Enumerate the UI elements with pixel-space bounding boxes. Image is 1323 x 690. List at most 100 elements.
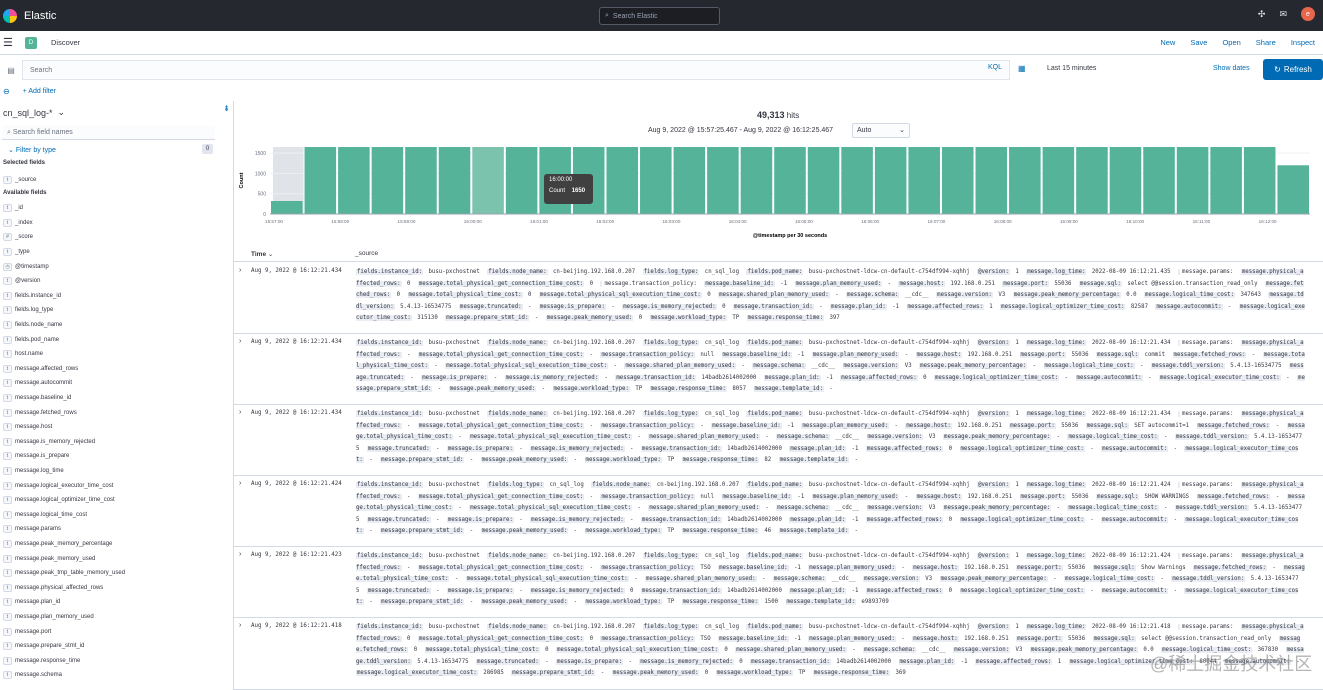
histogram-bar[interactable] bbox=[640, 147, 672, 214]
filter-by-type-button[interactable]: ⌄ Filter by type bbox=[8, 146, 56, 154]
share-button[interactable]: Share bbox=[1256, 38, 1276, 47]
field-item[interactable]: t _id bbox=[3, 201, 23, 216]
field-item[interactable]: t message.peak_memory_used bbox=[3, 551, 95, 566]
histogram-bar[interactable] bbox=[874, 147, 907, 214]
menu-toggle-icon[interactable]: ☰ bbox=[3, 36, 15, 49]
field-item[interactable]: t message.plan_memory_used bbox=[3, 610, 94, 625]
field-item[interactable]: t message.physical_affected_rows bbox=[3, 581, 103, 596]
histogram-bar[interactable] bbox=[673, 147, 706, 214]
histogram-bar[interactable] bbox=[941, 147, 974, 214]
refresh-button[interactable]: ↻ Refresh bbox=[1263, 59, 1323, 80]
histogram-bar[interactable] bbox=[1143, 147, 1175, 214]
field-item[interactable]: t message.plan_id bbox=[3, 595, 60, 610]
histogram-bar[interactable] bbox=[505, 147, 538, 214]
field-item[interactable]: t message.is_memory_rejected bbox=[3, 435, 95, 450]
avatar[interactable]: e bbox=[1301, 7, 1315, 21]
histogram-bar[interactable] bbox=[1076, 147, 1108, 214]
source-value: -1 bbox=[776, 280, 788, 287]
expand-row-icon[interactable]: › bbox=[239, 551, 241, 558]
histogram-bar[interactable] bbox=[1009, 147, 1041, 214]
field-item[interactable]: t message.baseline_id bbox=[3, 391, 71, 406]
expand-row-icon[interactable]: › bbox=[239, 409, 241, 416]
expand-row-icon[interactable]: › bbox=[239, 267, 241, 274]
field-item[interactable]: t message.is_prepare bbox=[3, 449, 69, 464]
field-item[interactable]: t message.affected_rows bbox=[3, 362, 78, 377]
field-item[interactable]: t message.autocommit bbox=[3, 376, 72, 391]
field-item[interactable]: t message.host bbox=[3, 420, 52, 435]
open-button[interactable]: Open bbox=[1222, 38, 1240, 47]
expand-row-icon[interactable]: › bbox=[239, 338, 241, 345]
date-range-label[interactable]: Last 15 minutes bbox=[1047, 65, 1096, 72]
expand-row-icon[interactable]: › bbox=[239, 480, 241, 487]
new-button[interactable]: New bbox=[1160, 38, 1175, 47]
expand-row-icon[interactable]: › bbox=[239, 622, 241, 629]
field-item[interactable]: t fields.pod_name bbox=[3, 332, 59, 347]
histogram-bar[interactable] bbox=[338, 147, 370, 214]
field-item[interactable]: t fields.node_name bbox=[3, 318, 62, 333]
histogram-bar[interactable] bbox=[740, 147, 773, 214]
histogram-bar[interactable] bbox=[438, 147, 471, 214]
field-search-input[interactable]: ⌕ Search field names bbox=[2, 125, 215, 140]
filter-options-icon[interactable]: ⊖ bbox=[3, 87, 10, 96]
histogram-bar[interactable] bbox=[304, 147, 337, 214]
inspect-button[interactable]: Inspect bbox=[1291, 38, 1315, 47]
add-filter-button[interactable]: + Add filter bbox=[23, 88, 56, 95]
help-icon[interactable]: ✣ bbox=[1258, 9, 1266, 21]
show-dates-button[interactable]: Show dates bbox=[1213, 65, 1250, 72]
field-item[interactable]: t message.prepare_stmt_id bbox=[3, 639, 84, 654]
kql-toggle-button[interactable]: KQL bbox=[988, 64, 1002, 71]
elastic-logo-icon[interactable] bbox=[3, 8, 17, 23]
histogram-bar[interactable] bbox=[271, 201, 303, 214]
field-item[interactable]: t message.log_time bbox=[3, 464, 64, 479]
histogram-bar[interactable] bbox=[405, 147, 437, 214]
interval-select[interactable]: Auto ⌄ bbox=[852, 123, 910, 138]
collapse-sidebar-icon[interactable]: ⇟ bbox=[223, 104, 230, 113]
field-item[interactable]: t _index bbox=[3, 216, 33, 231]
histogram-bar[interactable] bbox=[1243, 147, 1276, 214]
field-item[interactable]: t fields.log_type bbox=[3, 303, 53, 318]
field-item[interactable]: t _type bbox=[3, 245, 30, 260]
field-item[interactable]: t message.logical_executor_time_cost bbox=[3, 478, 113, 493]
field-item[interactable]: t message.schema bbox=[3, 668, 62, 683]
time-column-header[interactable]: Time ⌄ bbox=[251, 250, 273, 258]
field-item[interactable]: t message.fetched_rows bbox=[3, 405, 77, 420]
calendar-icon[interactable]: ▦ bbox=[1018, 64, 1026, 73]
histogram-bar[interactable] bbox=[807, 147, 840, 214]
histogram-bar[interactable] bbox=[472, 147, 504, 214]
histogram-bar[interactable] bbox=[1042, 147, 1075, 214]
histogram-bar[interactable] bbox=[371, 147, 404, 214]
histogram-bar[interactable] bbox=[707, 147, 739, 214]
field-item[interactable]: t _source bbox=[3, 173, 36, 188]
watermark: @稀土掘金技术社区 bbox=[1150, 654, 1313, 674]
field-item[interactable]: ◷ @timestamp bbox=[3, 259, 49, 274]
histogram-bar[interactable] bbox=[1210, 147, 1242, 214]
index-pattern-selector[interactable]: cn_sql_log-* ⌄ bbox=[3, 107, 65, 118]
histogram-bar[interactable] bbox=[975, 147, 1008, 214]
newsfeed-icon[interactable]: ✉ bbox=[1279, 9, 1287, 21]
source-value: -1 bbox=[793, 351, 805, 358]
field-item[interactable]: # _score bbox=[3, 230, 33, 245]
histogram-bar[interactable] bbox=[841, 147, 873, 214]
field-item[interactable]: t host.name bbox=[3, 347, 43, 362]
histogram-bar[interactable] bbox=[1176, 147, 1209, 214]
field-item[interactable]: t message.response_time bbox=[3, 654, 80, 669]
histogram-bar[interactable] bbox=[774, 147, 806, 214]
global-search-input[interactable]: ⌕ Search Elastic bbox=[599, 7, 720, 25]
save-button[interactable]: Save bbox=[1190, 38, 1207, 47]
field-item[interactable]: t message.logical_optimizer_time_cost bbox=[3, 493, 115, 508]
field-item[interactable]: t @version bbox=[3, 274, 40, 289]
field-item[interactable]: t message.logical_time_cost bbox=[3, 508, 87, 523]
field-item[interactable]: t message.peak_tmp_table_memory_used bbox=[3, 566, 125, 581]
histogram-bar[interactable] bbox=[606, 147, 639, 214]
field-item[interactable]: t fields.instance_id bbox=[3, 289, 61, 304]
histogram-bar[interactable] bbox=[1277, 165, 1309, 214]
app-badge[interactable]: D bbox=[25, 36, 37, 49]
source-key: message.total_physical_get_connection_ti… bbox=[417, 564, 585, 571]
query-input[interactable]: Search bbox=[22, 60, 1010, 80]
field-item[interactable]: t message.port bbox=[3, 624, 51, 639]
field-item[interactable]: t message.peak_memory_percentage bbox=[3, 537, 112, 552]
field-item[interactable]: t message.params bbox=[3, 522, 61, 537]
histogram-bar[interactable] bbox=[908, 147, 940, 214]
saved-query-icon[interactable]: ▤ bbox=[0, 66, 22, 75]
histogram-bar[interactable] bbox=[1109, 147, 1142, 214]
